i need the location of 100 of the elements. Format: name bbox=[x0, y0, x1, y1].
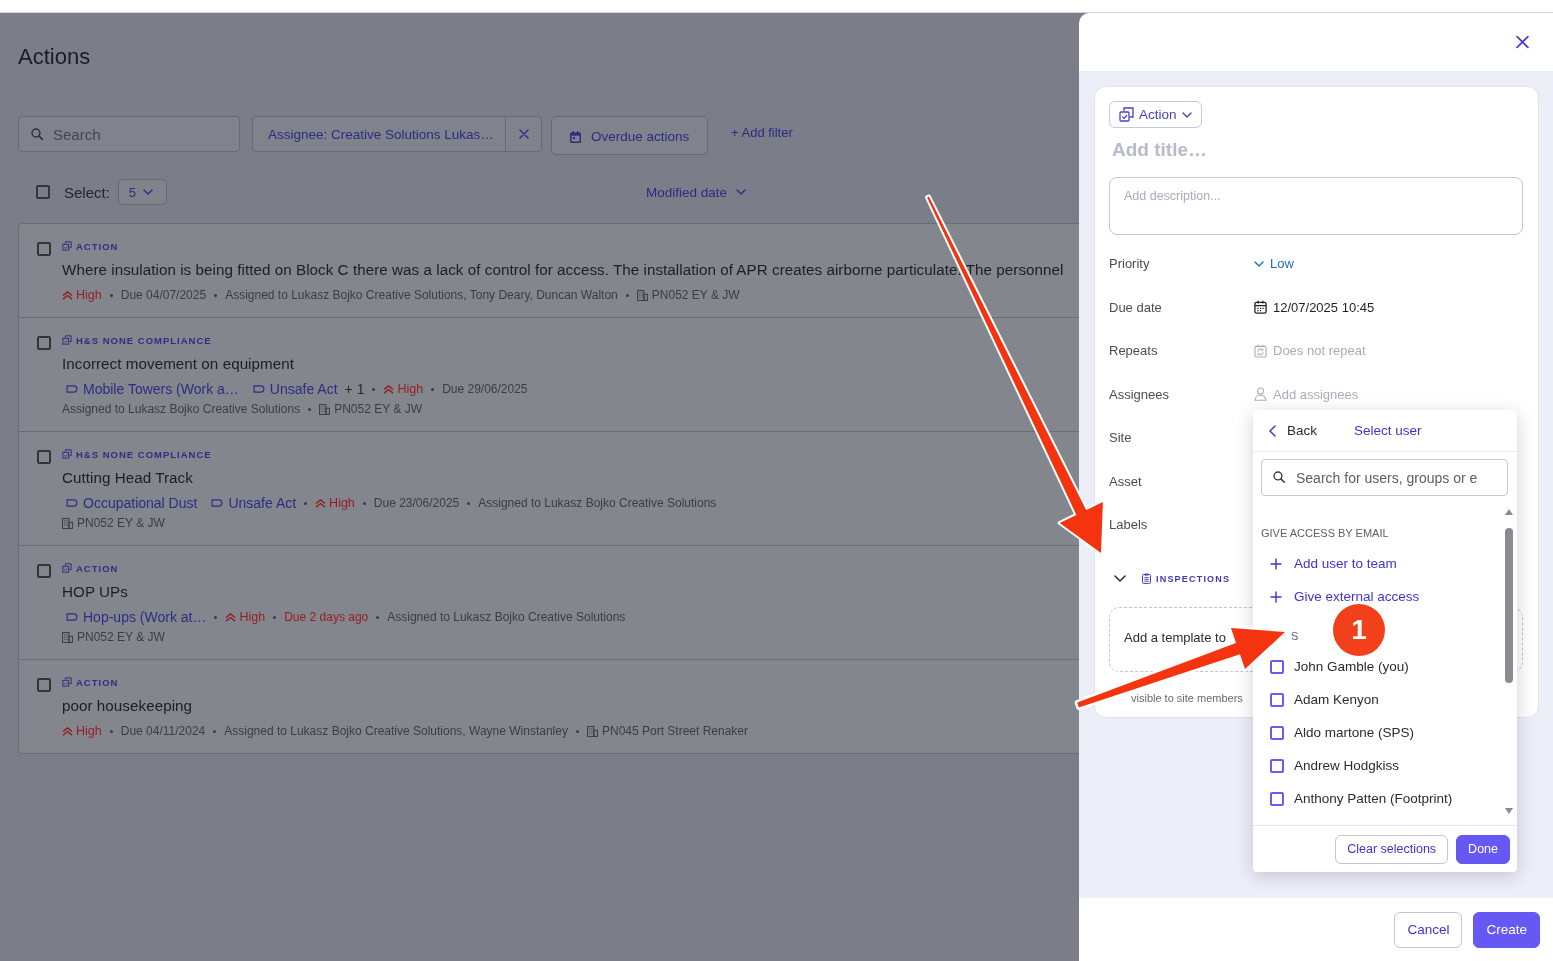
user-icon bbox=[1254, 387, 1267, 402]
double-chevron-up-icon bbox=[225, 612, 237, 622]
chevron-icon[interactable] bbox=[1114, 575, 1126, 582]
bullet-icon bbox=[308, 407, 312, 411]
page-size-dropdown[interactable]: 5 bbox=[117, 179, 167, 205]
stacked-squares-icon bbox=[62, 449, 72, 459]
user-checkbox[interactable] bbox=[1270, 692, 1284, 707]
assignee-text: Assigned to Lukasz Bojko Creative Solutions bbox=[478, 496, 717, 510]
bullet-icon bbox=[273, 615, 277, 619]
user-name[interactable]: Anthony Patten (Footprint) bbox=[1294, 791, 1453, 806]
clipboard-icon bbox=[1142, 573, 1151, 584]
scroll-up-icon[interactable] bbox=[1505, 509, 1513, 515]
filter-button[interactable]: Overdue actions bbox=[551, 116, 708, 155]
chevron-down-icon bbox=[736, 189, 747, 195]
item-type-dropdown[interactable]: Action bbox=[1109, 101, 1202, 128]
field-label: Site bbox=[1109, 430, 1133, 446]
site-name: PN052 EY & JW bbox=[77, 630, 165, 644]
tag-link[interactable]: Unsafe Act bbox=[207, 495, 297, 511]
field-label: Priority bbox=[1109, 256, 1151, 272]
site-name: PN045 Port Street Renaker bbox=[601, 724, 749, 738]
user-search-field[interactable]: Search for users, groups or e bbox=[1261, 459, 1508, 496]
tag-icon bbox=[66, 613, 78, 621]
building-icon bbox=[62, 517, 73, 529]
bullet-icon bbox=[109, 293, 113, 297]
tag-icon bbox=[252, 385, 265, 393]
user-checkbox[interactable] bbox=[1270, 758, 1284, 773]
create-button[interactable]: Create bbox=[1473, 911, 1540, 948]
bullet-icon bbox=[372, 387, 376, 391]
search-icon bbox=[1273, 471, 1285, 483]
row-checkbox[interactable] bbox=[37, 242, 51, 256]
priority-label: High bbox=[76, 288, 102, 302]
field-label: Labels bbox=[1109, 517, 1149, 533]
search-field[interactable]: Search bbox=[18, 116, 240, 152]
row-checkbox[interactable] bbox=[37, 678, 51, 692]
filter-chip[interactable]: Assignee: Creative Solutions Lukas… bbox=[252, 116, 542, 152]
item-type-label: ACTION bbox=[76, 240, 119, 252]
due-date: Due 04/07/2025 bbox=[120, 288, 207, 302]
done-button[interactable]: Done bbox=[1456, 834, 1510, 864]
more-tags-count[interactable]: + 1 bbox=[344, 381, 365, 397]
select-all-checkbox[interactable] bbox=[36, 185, 50, 199]
tag-link[interactable]: Hop-ups (Work at… bbox=[62, 609, 207, 625]
search-icon bbox=[31, 128, 43, 140]
user-name[interactable]: Aldo martone (SPS) bbox=[1294, 725, 1415, 740]
item-title[interactable]: poor housekeeping bbox=[62, 694, 193, 718]
access-option[interactable]: Add user to team bbox=[1261, 547, 1397, 580]
repeat-dropdown[interactable]: Does not repeat bbox=[1254, 343, 1366, 359]
user-name[interactable]: John Gamble (you) bbox=[1294, 659, 1409, 674]
tag-icon bbox=[66, 499, 78, 507]
priority-label: High bbox=[76, 724, 102, 738]
item-type-label: H&S NONE COMPLIANCE bbox=[76, 334, 212, 346]
stacked-squares-icon bbox=[62, 241, 72, 251]
double-chevron-up-icon bbox=[315, 498, 327, 508]
assignee-text: Assigned to Lukasz Bojko Creative Solutions, Tony Deary, Duncan Walton bbox=[225, 288, 618, 302]
user-checkbox[interactable] bbox=[1270, 791, 1284, 806]
item-type-label: ACTION bbox=[76, 562, 119, 574]
row-checkbox[interactable] bbox=[37, 450, 51, 464]
item-type-label: H&S NONE COMPLIANCE bbox=[76, 448, 212, 460]
user-name[interactable]: Adam Kenyon bbox=[1294, 692, 1379, 707]
clear-selections-button[interactable]: Clear selections bbox=[1335, 834, 1449, 864]
filter-chip-label: Assignee: Creative Solutions Lukas… bbox=[268, 126, 494, 142]
scroll-down-icon[interactable] bbox=[1505, 808, 1513, 814]
due-date: Due 23/06/2025 bbox=[373, 496, 460, 510]
item-title[interactable]: Where insulation is being fitted on Block C there was a lack of control for access. The installation of APR creates airborne particulate. The personnel bbox=[62, 258, 1064, 282]
repeat-calendar-icon bbox=[1254, 343, 1267, 358]
bullet-icon bbox=[362, 501, 366, 505]
due-date: Due 29/06/2025 bbox=[442, 382, 528, 396]
add-assignees-button[interactable]: Add assignees bbox=[1254, 386, 1359, 402]
calendar-icon bbox=[1254, 300, 1267, 315]
section-title: INSPECTIONS bbox=[1156, 573, 1231, 584]
description-field[interactable]: Add description... bbox=[1109, 177, 1523, 235]
row-checkbox[interactable] bbox=[37, 564, 51, 578]
title-field[interactable]: Add title… bbox=[1109, 138, 1222, 162]
item-title[interactable]: HOP UPs bbox=[62, 580, 128, 604]
tag-icon bbox=[211, 499, 224, 507]
user-checkbox[interactable] bbox=[1270, 725, 1284, 740]
cancel-button[interactable]: Cancel bbox=[1394, 911, 1463, 948]
user-checkbox[interactable] bbox=[1270, 659, 1284, 674]
sort-dropdown[interactable]: Modified date bbox=[646, 184, 747, 200]
priority-label: High bbox=[397, 382, 424, 396]
add-filter-link[interactable]: + Add filter bbox=[731, 125, 793, 140]
row-checkbox[interactable] bbox=[37, 336, 51, 350]
priority-dropdown[interactable]: Low bbox=[1254, 256, 1294, 272]
scrollbar-thumb[interactable] bbox=[1505, 528, 1513, 683]
assignee-text: Assigned to Lukasz Bojko Creative Solutions bbox=[387, 610, 626, 624]
item-title[interactable]: Cutting Head Track bbox=[62, 466, 193, 490]
item-title[interactable]: Incorrect movement on equipment bbox=[62, 352, 294, 376]
chevron-down-icon bbox=[1181, 111, 1192, 118]
tag-link[interactable]: Unsafe Act bbox=[248, 381, 338, 397]
building-icon bbox=[586, 725, 598, 737]
assignee-text: Assigned to Lukasz Bojko Creative Solutions bbox=[62, 402, 301, 416]
double-chevron-up-icon bbox=[383, 384, 395, 394]
tag-link[interactable]: Mobile Towers (Work a… bbox=[62, 381, 239, 397]
section-heading: GIVE ACCESS BY EMAIL bbox=[1261, 526, 1389, 541]
section-heading: S bbox=[1291, 629, 1299, 644]
back-button[interactable]: Back bbox=[1269, 423, 1317, 438]
user-name[interactable]: Andrew Hodgkiss bbox=[1294, 758, 1400, 773]
tag-link[interactable]: Occupational Dust bbox=[62, 495, 198, 511]
close-button[interactable] bbox=[1516, 35, 1529, 49]
due-date-picker[interactable]: 12/07/2025 10:45 bbox=[1254, 299, 1375, 315]
plus-icon bbox=[1270, 590, 1282, 603]
